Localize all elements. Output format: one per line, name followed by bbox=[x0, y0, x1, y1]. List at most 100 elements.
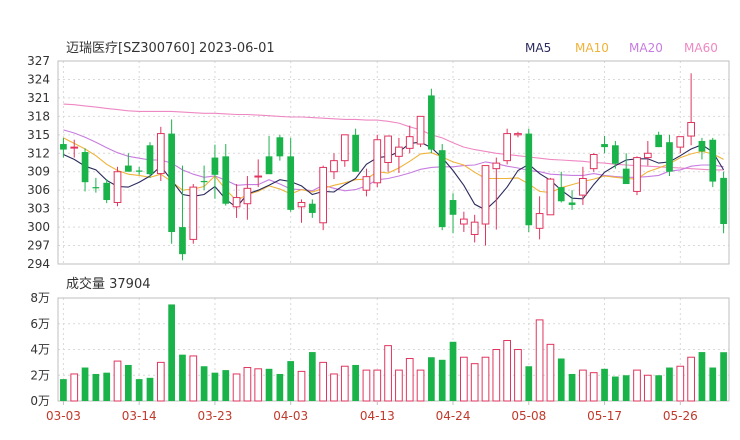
legend-ma10: MA10 bbox=[575, 41, 609, 55]
candle-body-up bbox=[514, 133, 522, 136]
candle-body-up bbox=[633, 157, 641, 192]
candle-body-up bbox=[535, 213, 544, 229]
candle-body-down bbox=[103, 182, 111, 201]
candle-body-down bbox=[287, 156, 295, 210]
price-y-tick-label: 327 bbox=[27, 54, 50, 68]
candle-body-down bbox=[525, 133, 533, 226]
volume-bar-up bbox=[189, 355, 198, 402]
candle-body-down bbox=[200, 180, 208, 183]
candle-body-up bbox=[340, 134, 349, 162]
candle-body-down bbox=[146, 145, 154, 175]
candle bbox=[622, 153, 630, 185]
price-y-tick-label: 318 bbox=[27, 109, 50, 123]
candle-body-down bbox=[92, 187, 100, 189]
candle bbox=[211, 144, 219, 199]
volume-bar-down bbox=[568, 373, 576, 401]
candle bbox=[232, 184, 241, 218]
price-y-tick-label: 315 bbox=[27, 128, 50, 142]
candle bbox=[373, 134, 382, 188]
x-tick-label: 04-13 bbox=[360, 409, 395, 423]
candle bbox=[297, 199, 306, 223]
candle-body-up bbox=[395, 146, 403, 157]
candle-body-up bbox=[330, 160, 338, 173]
price-y-tick-label: 312 bbox=[27, 146, 50, 160]
price-y-tick-label: 309 bbox=[27, 165, 50, 179]
candle bbox=[601, 136, 608, 154]
volume-bar-up bbox=[232, 373, 241, 402]
x-tick-label: 03-23 bbox=[197, 409, 232, 423]
volume-y-tick-label: 6万 bbox=[30, 317, 50, 331]
candle bbox=[438, 144, 446, 231]
volume-bar-down bbox=[146, 377, 154, 401]
candle-body-down bbox=[168, 133, 175, 233]
volume-bar-down bbox=[168, 304, 175, 401]
candle bbox=[135, 166, 143, 175]
candle bbox=[546, 177, 555, 216]
candle bbox=[709, 137, 717, 188]
candle-body-up bbox=[492, 162, 501, 170]
volume-bar-down bbox=[449, 341, 457, 401]
candle bbox=[405, 125, 414, 154]
candle-body-up bbox=[405, 136, 414, 149]
volume-bar-down bbox=[135, 379, 143, 401]
candle-body-up bbox=[687, 122, 695, 137]
price-y-tick-label: 324 bbox=[27, 72, 50, 86]
volume-bar-up bbox=[492, 349, 501, 402]
candle bbox=[449, 193, 457, 234]
candle bbox=[340, 134, 349, 167]
candle-body-down bbox=[449, 200, 457, 215]
candle bbox=[579, 166, 587, 205]
volume-bar-down bbox=[709, 367, 717, 401]
candle bbox=[308, 199, 316, 218]
candle-body-up bbox=[546, 178, 555, 216]
candle bbox=[633, 156, 641, 196]
candle bbox=[416, 115, 425, 148]
candle bbox=[330, 153, 338, 180]
candle bbox=[525, 128, 533, 233]
price-y-tick-label: 306 bbox=[27, 183, 50, 197]
candle bbox=[568, 190, 576, 210]
volume-bar-up bbox=[340, 365, 349, 402]
candle bbox=[395, 137, 403, 173]
volume-bar-up bbox=[481, 356, 490, 402]
volume-bar-up bbox=[514, 349, 522, 402]
candle-body-down bbox=[568, 202, 576, 205]
volume-bar-up bbox=[330, 373, 338, 402]
volume-bar-down bbox=[428, 357, 435, 401]
candle-body-up bbox=[113, 171, 122, 203]
volume-bar-up bbox=[156, 361, 165, 402]
candle-body-up bbox=[70, 146, 79, 149]
stock-chart: 迈瑞医疗[SZ300760] 2023-06-01 MA5 MA10 MA20 … bbox=[27, 41, 730, 423]
candle-body-down bbox=[211, 157, 219, 175]
volume-bar-down bbox=[124, 364, 132, 401]
volume-bar-up bbox=[319, 361, 328, 402]
volume-bar-up bbox=[416, 369, 425, 402]
x-axis: 03-03 03-14 03-23 04-03 04-13 04-24 05-08 05-17… bbox=[46, 401, 698, 423]
chart-title: 迈瑞医疗[SZ300760] 2023-06-01 bbox=[66, 41, 275, 56]
volume-y-tick-label: 2万 bbox=[30, 368, 50, 382]
candle-body-up bbox=[319, 166, 328, 224]
volume-bar-up bbox=[535, 319, 544, 402]
volume-title: 成交量 37904 bbox=[66, 276, 151, 292]
candle-body-down bbox=[428, 95, 435, 150]
volume-bar-down bbox=[200, 366, 208, 401]
candle bbox=[666, 134, 673, 177]
candle bbox=[113, 166, 122, 207]
candle-body-up bbox=[373, 139, 382, 184]
candle-body-up bbox=[297, 201, 306, 208]
x-tick-label: 03-03 bbox=[46, 409, 81, 423]
candle bbox=[60, 137, 67, 158]
candle-body-down bbox=[557, 187, 565, 202]
candle-body-up bbox=[579, 177, 587, 196]
volume-bar-up bbox=[405, 358, 414, 402]
candle-body-down bbox=[352, 134, 359, 172]
candle-body-up bbox=[156, 133, 165, 175]
candle bbox=[481, 165, 490, 246]
volume-bar-up bbox=[373, 369, 382, 402]
candle bbox=[459, 211, 468, 233]
candle bbox=[287, 137, 295, 212]
volume-bar-up bbox=[243, 367, 252, 402]
volume-y-tick-label: 0万 bbox=[30, 394, 50, 408]
candle bbox=[428, 88, 435, 154]
candle-body-down bbox=[135, 170, 143, 172]
